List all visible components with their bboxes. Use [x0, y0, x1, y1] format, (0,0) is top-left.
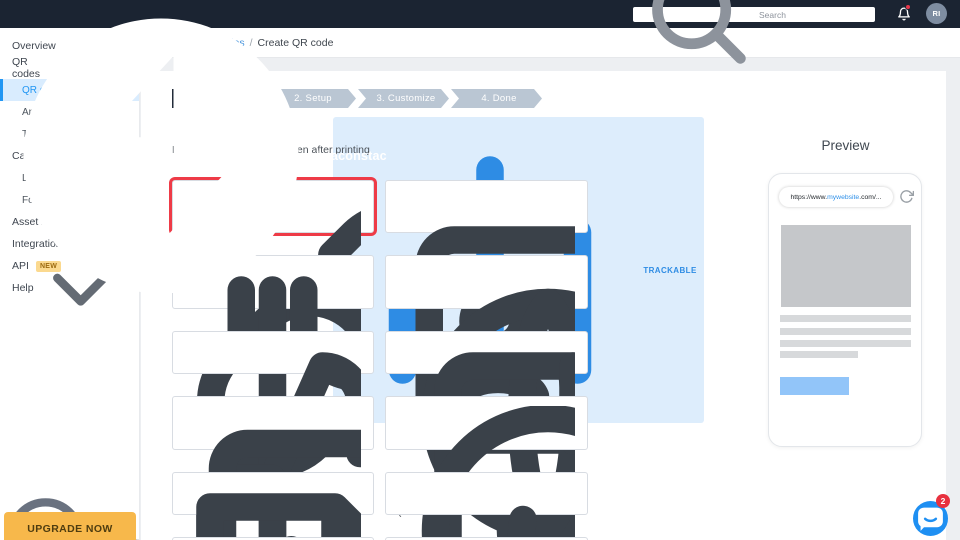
trackable-badge-label: TRACKABLE [643, 265, 697, 275]
refresh-icon[interactable] [899, 189, 914, 204]
skeleton-button-block [780, 377, 849, 395]
card-social-media[interactable]: Social MediaLink to your social media pa… [385, 472, 588, 540]
brand-icon [11, 6, 311, 306]
step-done[interactable]: 4. Done [451, 89, 542, 108]
url-highlight: mywebsite [827, 193, 860, 201]
notification-dot [905, 4, 911, 10]
skeleton-text-line [780, 315, 911, 322]
coupon-icon [185, 482, 361, 540]
card-landing-page[interactable]: Landing PageCreate a mobile-friendly pag… [385, 255, 588, 540]
avatar[interactable]: RI [926, 3, 947, 24]
phone-mockup: https://www. mywebsite .com/... [768, 173, 922, 447]
url-prefix: https://www. [790, 193, 828, 201]
card-location[interactable]: LocationPoint to any location on Google … [385, 396, 588, 540]
card-pdf[interactable]: PDFLink to PDF file(s) [385, 331, 588, 540]
brand-logo[interactable]: beaconstac [11, 6, 387, 306]
card-coupon-code[interactable]: Coupon CodeShare a coupon code [172, 472, 374, 540]
card-app-download[interactable]: App DownloadLink to your app on the Andr… [172, 396, 374, 540]
search-bar [633, 0, 875, 64]
preview-panel: Preview https://www. mywebsite .com/... [768, 138, 923, 447]
skeleton-text-line [780, 340, 911, 347]
top-bar: beaconstac RI [0, 0, 960, 294]
card-vcard[interactable]: Digital Business Card (vCard)Create your… [385, 180, 588, 518]
search-icon [638, 0, 755, 73]
hashtag-icon [398, 482, 575, 540]
chat-unread-badge: 2 [936, 494, 950, 508]
card-title-row: Social Media [398, 482, 575, 540]
skeleton-image-block [781, 225, 911, 307]
card-form[interactable]: FormCreate a form and link to it [172, 331, 374, 540]
upgrade-now-button[interactable]: UPGRADE NOW [4, 512, 136, 540]
card-title-row: Coupon Code [185, 482, 361, 540]
url-suffix: .com/... [859, 193, 882, 201]
skeleton-text-line [780, 328, 911, 335]
preview-url-bar: https://www. mywebsite .com/... [779, 187, 893, 207]
search-input[interactable] [759, 9, 870, 20]
skeleton-text-line [780, 351, 858, 358]
preview-title: Preview [821, 138, 870, 153]
brand-name: beaconstac [316, 149, 387, 163]
